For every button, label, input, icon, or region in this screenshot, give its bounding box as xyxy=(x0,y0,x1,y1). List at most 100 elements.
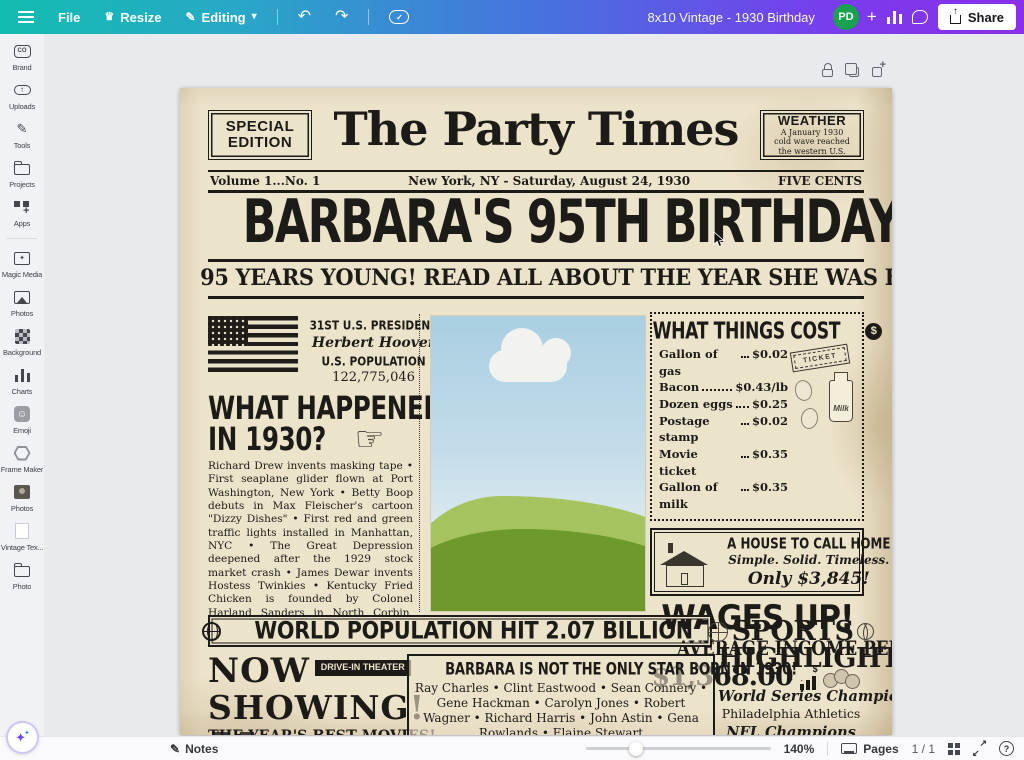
page-indicator: 1 / 1 xyxy=(912,742,935,756)
weather-title: WEATHER xyxy=(778,114,846,127)
population-label: U.S. POPULATION xyxy=(321,355,425,369)
file-menu-button[interactable]: File xyxy=(48,4,90,30)
sidebar-item-photos-2[interactable]: Photos xyxy=(0,483,44,513)
weather-box[interactable]: WEATHER A January 1930 cold wave reached… xyxy=(760,110,864,160)
cost-title: WHAT THINGS COST xyxy=(652,318,840,344)
masthead-title[interactable]: The Party Times xyxy=(320,102,752,156)
grid-view-icon[interactable] xyxy=(948,743,960,755)
hamburger-menu-icon xyxy=(18,11,34,23)
zoom-slider-handle[interactable] xyxy=(629,742,643,756)
sidebar-item-brand[interactable]: COBrand xyxy=(0,42,44,72)
avatar[interactable]: PD xyxy=(833,4,859,30)
sub-headline[interactable]: 95 YEARS YOUNG! READ ALL ABOUT THE YEAR … xyxy=(180,265,892,291)
sports-highlights-block[interactable]: SPORTS HIGHLIGHTS · ✦ · World Series Cha… xyxy=(718,618,864,735)
milk-bottle-illustration: Milk xyxy=(829,380,853,422)
president-label: 31ST U.S. PRESIDENT xyxy=(310,318,438,332)
cost-list: Gallon of gas$0.02 Bacon$0.43/lb Dozen e… xyxy=(659,346,788,513)
editing-mode-dropdown[interactable]: ✎Editing▾ xyxy=(175,4,266,30)
drive-in-badge: DRIVE-IN THEATER xyxy=(315,660,410,676)
cost-item-price: $0.35 xyxy=(752,479,788,496)
cost-row: Gallon of milk$0.35 xyxy=(659,479,788,512)
toolbar-separator xyxy=(368,9,369,25)
zoom-level[interactable]: 140% xyxy=(784,742,815,756)
comments-icon[interactable] xyxy=(912,10,928,24)
sidebar-item-photo[interactable]: Photo xyxy=(0,561,44,591)
population-banner-text: WORLD POPULATION HIT 2.07 BILLION xyxy=(255,617,693,644)
us-flag-illustration xyxy=(208,316,298,372)
photo-placeholder[interactable] xyxy=(430,315,646,612)
help-icon[interactable]: ? xyxy=(999,741,1014,756)
president-block[interactable]: 31ST U.S. PRESIDENT Herbert Hoover U.S. … xyxy=(208,316,413,386)
sidebar-item-uploads[interactable]: Uploads xyxy=(0,81,44,111)
undo-button[interactable]: ↶ xyxy=(288,4,321,30)
zoom-slider[interactable] xyxy=(586,747,771,750)
dotted-leader xyxy=(741,456,749,458)
image-icon xyxy=(14,288,30,306)
price-text: FIVE CENTS xyxy=(778,174,862,188)
highlights-word: HIGHLIGHTS xyxy=(718,645,864,672)
special-edition-line1: SPECIAL xyxy=(226,119,295,136)
sidebar-item-label: Charts xyxy=(12,387,33,396)
sidebar-item-magic-media[interactable]: ✦ Magic Media xyxy=(0,249,44,279)
crown-icon: ♛ xyxy=(104,12,114,23)
house-ad-box[interactable]: A HOUSE TO CALL HOME Simple. Solid. Time… xyxy=(650,528,864,596)
sidebar-item-background[interactable]: Background xyxy=(0,327,44,357)
document-title[interactable]: 8x10 Vintage - 1930 Birthday xyxy=(647,10,814,25)
notes-button[interactable]: ✎ Notes xyxy=(170,742,218,756)
egg-illustration xyxy=(799,407,819,431)
sidebar-item-projects[interactable]: Projects xyxy=(0,159,44,189)
subheadline-rule xyxy=(208,296,864,299)
subheadline-text: 95 YEARS YOUNG! READ ALL ABOUT THE YEAR … xyxy=(200,265,892,291)
stars-born-box[interactable]: BARBARA IS NOT THE ONLY STAR BORN IN 193… xyxy=(407,654,715,735)
events-body-text[interactable]: Richard Drew invents masking tape • Firs… xyxy=(208,460,413,616)
assistant-button[interactable]: ✦ ✦ xyxy=(6,721,39,754)
lock-icon[interactable] xyxy=(822,69,833,77)
duplicate-page-icon[interactable] xyxy=(849,67,859,77)
redo-button[interactable]: ↷ xyxy=(325,4,358,30)
sidebar-item-label: Apps xyxy=(14,219,30,228)
editing-label: Editing xyxy=(202,10,246,25)
main-headline[interactable]: BARBARA'S 95TH BIRTHDAY xyxy=(180,194,892,252)
sidebar-item-emoji[interactable]: ☺Emoji xyxy=(0,405,44,435)
special-edition-box[interactable]: SPECIAL EDITION xyxy=(208,110,312,160)
cloud-save-status[interactable]: ✓ xyxy=(379,4,419,30)
sidebar-item-label: Magic Media xyxy=(2,270,42,279)
magic-media-icon: ✦ xyxy=(14,249,30,267)
pages-toggle-button[interactable]: Pages xyxy=(841,742,898,756)
what-things-cost-box[interactable]: WHAT THINGS COST $ Gallon of gas$0.02 Ba… xyxy=(650,312,864,521)
what-happened-heading[interactable]: WHAT HAPPENED IN 1930? ☞ xyxy=(208,394,413,454)
fullscreen-icon[interactable] xyxy=(973,742,986,755)
cost-item-price: $0.02 xyxy=(752,346,788,363)
house-illustration xyxy=(658,537,710,587)
dotted-leader xyxy=(702,389,732,391)
sidebar-item-vintage-texture[interactable]: Vintage Tex... xyxy=(0,522,44,552)
bottom-status-bar: ✎ Notes 140% Pages 1 / 1 ? xyxy=(0,736,1024,760)
population-value: 122,775,046 xyxy=(304,371,443,386)
canva-editor: File ♛Resize ✎Editing▾ ↶ ↷ ✓ 8x10 Vintag… xyxy=(0,0,1024,760)
dark-hill-illustration xyxy=(430,529,646,611)
main-menu-button[interactable] xyxy=(8,4,44,30)
what-happened-line2: IN 1930? xyxy=(208,423,326,455)
ticket-label: TICKET xyxy=(803,352,838,364)
emoji-icon: ☺ xyxy=(14,405,30,423)
file-label: File xyxy=(58,10,80,25)
world-series-label: World Series Champions xyxy=(718,690,864,705)
sidebar-item-frame-maker[interactable]: Frame Maker xyxy=(0,444,44,474)
add-member-button[interactable]: + xyxy=(867,7,877,27)
sidebar-item-apps[interactable]: Apps xyxy=(0,198,44,228)
sidebar-item-tools[interactable]: ✎Tools xyxy=(0,120,44,150)
sidebar-item-photos[interactable]: Photos xyxy=(0,288,44,318)
now-showing-block[interactable]: NOW DRIVE-IN THEATER SHOWING! THE YEAR'S… xyxy=(208,654,402,735)
bottom-bar-separator xyxy=(827,742,828,756)
share-button[interactable]: Share xyxy=(938,4,1016,30)
world-population-banner[interactable]: WORLD POPULATION HIT 2.07 BILLION xyxy=(208,615,712,647)
insights-icon[interactable] xyxy=(887,11,902,24)
resize-button[interactable]: ♛Resize xyxy=(94,4,171,30)
design-canvas-page[interactable]: SPECIAL EDITION The Party Times WEATHER … xyxy=(180,88,892,735)
cost-row: Gallon of gas$0.02 xyxy=(659,346,788,379)
add-page-icon[interactable] xyxy=(872,67,882,77)
cost-row: Movie ticket$0.35 xyxy=(659,446,788,479)
dotted-leader xyxy=(741,489,749,491)
sidebar-item-charts[interactable]: Charts xyxy=(0,366,44,396)
redo-icon: ↷ xyxy=(335,9,348,25)
